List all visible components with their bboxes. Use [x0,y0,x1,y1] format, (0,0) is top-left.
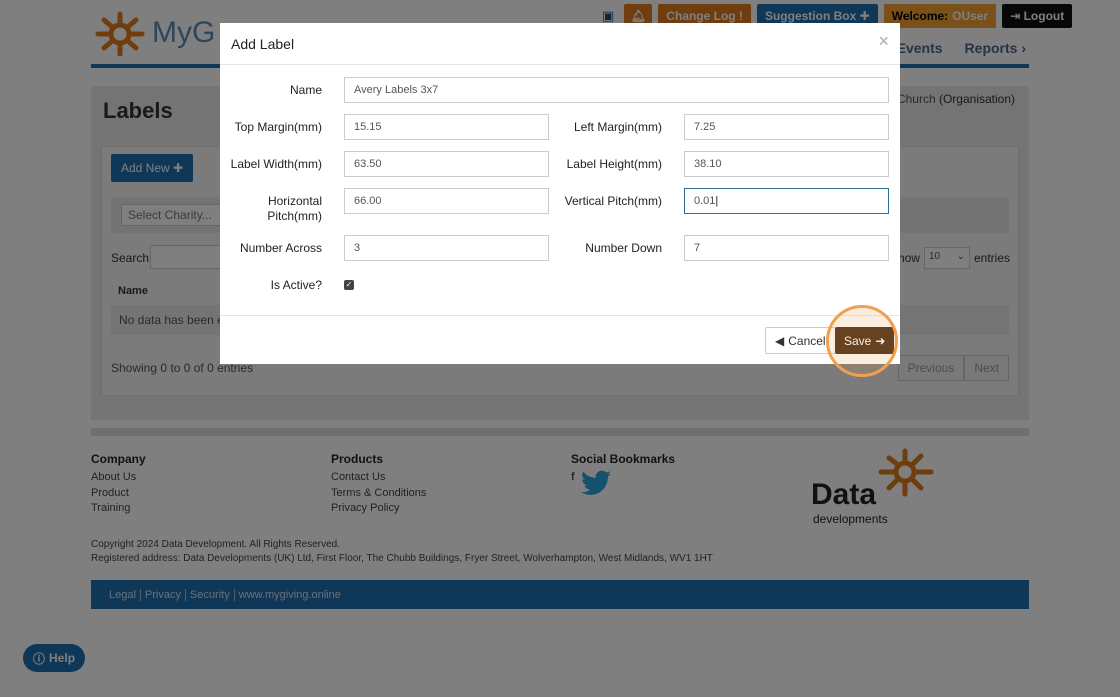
left-margin-label: Left Margin(mm) [573,120,662,134]
save-button[interactable]: Save ➜ [835,327,895,354]
horizontal-pitch-input[interactable]: 66.00 [344,188,549,214]
label-width-input[interactable]: 63.50 [344,151,549,177]
horizontal-pitch-label: Horizontal Pitch(mm) [267,194,322,223]
cancel-label: Cancel [788,333,826,348]
label-width-label: Label Width(mm) [230,157,322,171]
number-across-input[interactable]: 3 [344,235,549,261]
dialog-title: Add Label [231,36,295,52]
top-margin-input[interactable]: 15.15 [344,114,549,140]
dialog-footer-divider [220,315,900,316]
vertical-pitch-value: 0.01 [694,195,716,207]
number-down-input[interactable]: 7 [684,235,889,261]
vertical-pitch-input[interactable]: 0.01| [684,188,889,214]
left-margin-input[interactable]: 7.25 [684,114,889,140]
save-label: Save [844,333,872,348]
arrow-left-circle-icon: ◀ [775,333,785,348]
label-height-input[interactable]: 38.10 [684,151,889,177]
vertical-pitch-label: Vertical Pitch(mm) [564,194,662,208]
is-active-label: Is Active? [270,278,322,292]
number-across-label: Number Across [239,241,322,255]
add-label-dialog: Add Label × Name Avery Labels 3x7 Top Ma… [220,23,900,364]
number-down-label: Number Down [585,241,662,255]
name-label: Name [289,83,322,97]
is-active-checkbox[interactable]: ✓ [344,280,354,290]
label-height-label: Label Height(mm) [566,157,662,171]
top-margin-label: Top Margin(mm) [234,120,322,134]
close-icon[interactable]: × [878,31,889,52]
cancel-button[interactable]: ◀ Cancel [765,327,836,354]
arrow-right-circle-icon: ➜ [875,333,886,348]
name-input[interactable]: Avery Labels 3x7 [344,77,889,103]
dialog-header: Add Label × [220,23,900,65]
